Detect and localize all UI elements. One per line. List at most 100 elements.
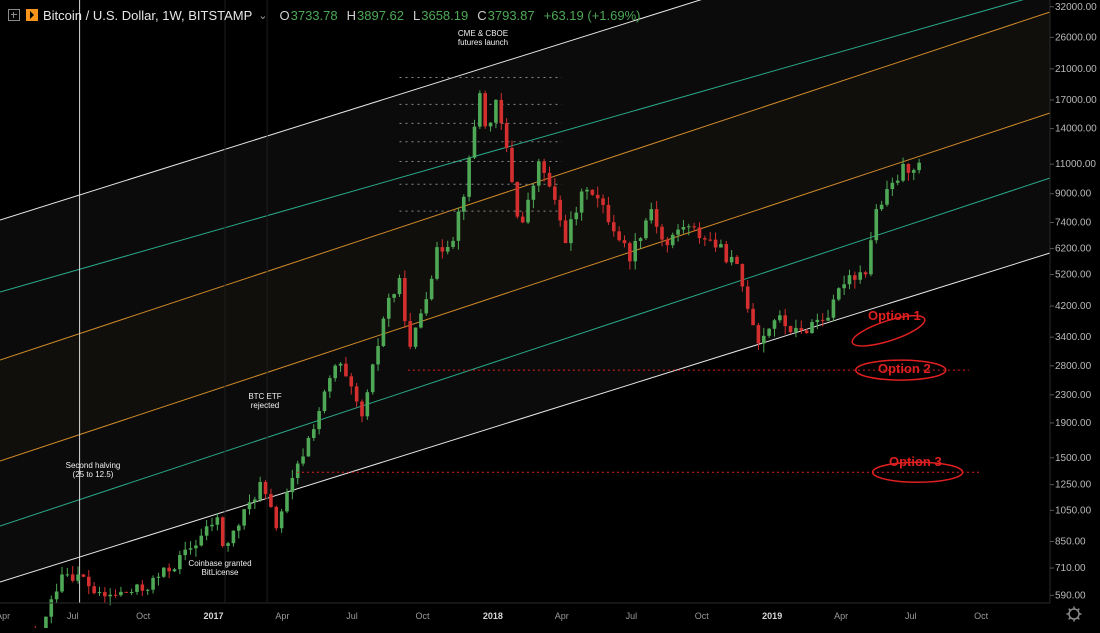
price-chart[interactable]: Option 1 Option 2 Option 3 CME & CBOEfuture… [0,0,1100,633]
candle-body[interactable] [772,320,777,329]
candle-body[interactable] [344,363,348,377]
candle-body[interactable] [628,243,632,262]
candle-body[interactable] [167,567,171,572]
candle-body[interactable] [633,240,638,262]
candle-body[interactable] [295,463,300,479]
candle-body[interactable] [767,328,771,336]
candle-body[interactable] [424,299,429,314]
candle-body[interactable] [290,478,295,493]
candle-body[interactable] [579,191,584,213]
symbol-title[interactable]: Bitcoin / U.S. Dollar, 1W, BITSTAMP [43,8,252,23]
candle-body[interactable] [279,511,284,529]
candle-body[interactable] [392,294,396,298]
gear-icon[interactable] [1066,606,1082,622]
candle-body[interactable] [708,239,713,241]
candle-body[interactable] [729,256,734,263]
candle-body[interactable] [649,209,654,221]
candle-body[interactable] [220,517,225,546]
candle-body[interactable] [595,194,600,199]
candle-body[interactable] [590,189,595,195]
candle-body[interactable] [301,456,305,464]
candle-body[interactable] [92,586,96,594]
candle-body[interactable] [606,204,611,223]
candle-body[interactable] [869,240,873,275]
candle-body[interactable] [515,181,520,217]
candle-body[interactable] [161,567,166,577]
candle-body[interactable] [488,122,493,127]
candle-body[interactable] [188,548,193,550]
candle-body[interactable] [381,318,386,347]
candle-body[interactable] [435,247,439,279]
candle-body[interactable] [370,364,375,393]
candle-body[interactable] [129,591,134,593]
candle-body[interactable] [178,555,182,570]
candle-body[interactable] [467,157,471,197]
candle-body[interactable] [863,272,868,275]
candle-body[interactable] [65,574,70,576]
candle-body[interactable] [735,256,739,264]
candle-body[interactable] [49,599,54,617]
candle-body[interactable] [429,278,434,300]
candle-body[interactable] [536,161,541,186]
candle-body[interactable] [408,321,413,347]
candle-body[interactable] [70,574,75,581]
candle-body[interactable] [820,319,825,321]
candle-body[interactable] [253,499,257,503]
candle-body[interactable] [194,545,198,549]
candle-body[interactable] [81,574,86,577]
candle-body[interactable] [113,594,118,596]
candle-body[interactable] [681,227,686,230]
candle-body[interactable] [885,189,889,205]
candle-body[interactable] [553,186,557,200]
chevron-down-icon[interactable]: ⌄ [258,9,267,22]
candle-body[interactable] [451,240,455,247]
candle-body[interactable] [547,172,552,187]
candle-body[interactable] [365,392,370,417]
candle-body[interactable] [199,535,204,546]
candle-body[interactable] [108,594,113,597]
candle-body[interactable] [54,591,59,600]
candle-body[interactable] [349,376,354,387]
candle-body[interactable] [542,161,546,173]
candle-body[interactable] [156,576,161,578]
candle-body[interactable] [874,209,879,241]
candle-body[interactable] [697,227,702,239]
candle-body[interactable] [686,226,691,228]
candle-body[interactable] [831,299,836,318]
candle-body[interactable] [140,584,145,591]
candle-body[interactable] [778,315,782,321]
candle-body[interactable] [665,239,670,246]
candle-body[interactable] [788,326,793,333]
candle-body[interactable] [215,517,220,525]
candle-body[interactable] [504,123,509,148]
candle-body[interactable] [403,278,407,322]
candle-body[interactable] [617,231,621,241]
candle-body[interactable] [483,93,488,127]
candle-body[interactable] [563,220,568,244]
candle-body[interactable] [804,330,809,334]
candle-body[interactable] [622,240,627,244]
candle-body[interactable] [204,526,209,536]
candle-body[interactable] [794,327,798,333]
candle-body[interactable] [322,391,327,412]
candle-body[interactable] [354,386,359,402]
candle-body[interactable] [419,313,423,328]
candle-body[interactable] [842,284,846,289]
candle-body[interactable] [60,574,64,592]
candle-body[interactable] [799,327,804,331]
candle-body[interactable] [338,363,343,366]
candle-body[interactable] [386,297,391,319]
candle-body[interactable] [119,591,123,596]
candle-body[interactable] [397,278,402,295]
candle-body[interactable] [103,592,107,597]
candle-body[interactable] [461,196,466,212]
candle-body[interactable] [76,574,80,581]
candle-body[interactable] [124,591,129,593]
candle-body[interactable] [654,209,659,227]
candle-body[interactable] [478,93,482,127]
candle-body[interactable] [413,327,418,347]
candle-body[interactable] [531,185,536,200]
candle-body[interactable] [311,429,316,438]
candle-body[interactable] [890,182,895,190]
candle-body[interactable] [901,163,905,181]
